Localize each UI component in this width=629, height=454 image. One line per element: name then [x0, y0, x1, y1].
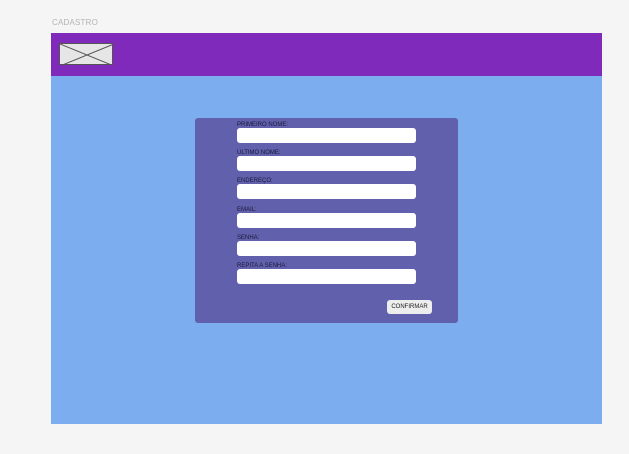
image-placeholder-icon[interactable] — [59, 43, 113, 65]
last-name-input[interactable] — [237, 156, 416, 171]
email-input[interactable] — [237, 213, 416, 228]
first-name-input[interactable] — [237, 128, 416, 143]
repeat-password-input[interactable] — [237, 269, 416, 284]
app-frame: PRIMEIRO NOME: ULTIMO NOME: ENDEREÇO: EM… — [51, 33, 602, 424]
password-input[interactable] — [237, 241, 416, 256]
registration-form: PRIMEIRO NOME: ULTIMO NOME: ENDEREÇO: EM… — [195, 118, 458, 323]
address-input[interactable] — [237, 184, 416, 199]
page-label: CADASTRO — [52, 18, 99, 27]
confirm-button[interactable]: CONFIRMAR — [387, 300, 432, 314]
header-bar — [51, 33, 602, 76]
